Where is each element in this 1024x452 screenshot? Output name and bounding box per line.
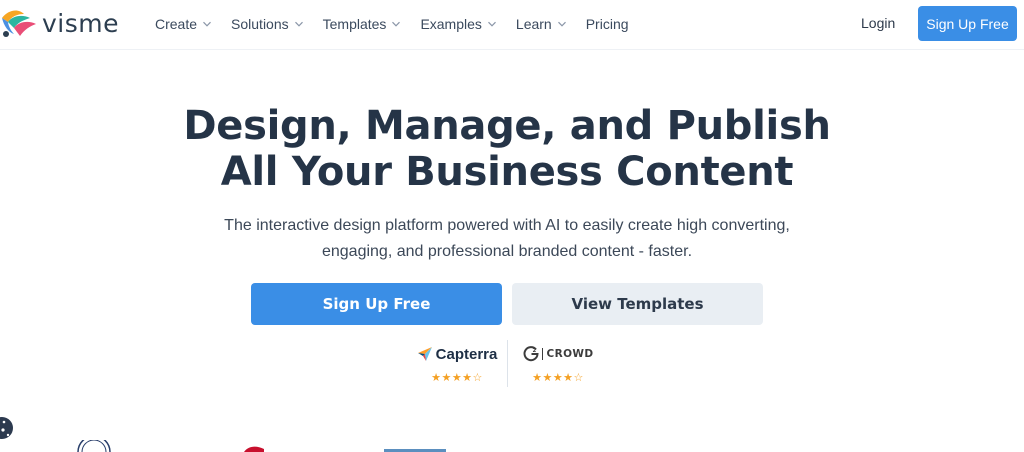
hero-title: Design, Manage, and Publish All Your Bus…	[0, 103, 1014, 195]
visme-logo[interactable]: visme	[0, 6, 135, 40]
g2-rating[interactable]: 2 CROWD ★★★★☆	[521, 343, 595, 384]
hero-title-line2: All Your Business Content	[220, 149, 794, 195]
chevron-down-icon	[557, 21, 566, 27]
nav-item-templates[interactable]: Templates	[323, 16, 402, 32]
header-signup-button[interactable]: Sign Up Free	[918, 6, 1017, 41]
g2-logo: 2 CROWD	[522, 343, 593, 365]
nav-label: Solutions	[231, 15, 289, 32]
client-logo-seal	[77, 440, 111, 452]
nav-label: Templates	[322, 15, 387, 32]
hero-signup-button[interactable]: Sign Up Free	[251, 283, 502, 325]
chevron-down-icon	[203, 21, 211, 27]
capterra-rating[interactable]: Capterra ★★★★☆	[413, 343, 501, 384]
login-link[interactable]: Login	[861, 15, 895, 31]
nav-label: Examples	[420, 15, 482, 32]
nav-label: Create	[155, 15, 198, 32]
main-nav: Create Solutions Templates Examples Lear…	[155, 0, 629, 47]
view-templates-button[interactable]: View Templates	[512, 283, 763, 325]
cookie-icon[interactable]	[0, 413, 16, 443]
client-logo-red	[244, 446, 264, 452]
hero-title-line1: Design, Manage, and Publish	[183, 103, 831, 149]
capterra-logo-icon	[417, 347, 432, 361]
nav-item-examples[interactable]: Examples	[420, 16, 496, 32]
nav-item-create[interactable]: Create	[155, 16, 212, 32]
nav-item-pricing[interactable]: Pricing	[586, 16, 629, 32]
logo-text: visme	[42, 8, 119, 38]
g2-name: CROWD	[542, 348, 593, 360]
nav-item-solutions[interactable]: Solutions	[231, 16, 304, 32]
nav-item-learn[interactable]: Learn	[516, 16, 567, 32]
chevron-down-icon	[487, 21, 496, 27]
capterra-name: Capterra	[435, 345, 498, 363]
hero-subtitle-line1: The interactive design platform powered …	[224, 217, 790, 234]
chevron-down-icon	[392, 21, 401, 27]
chevron-down-icon	[294, 21, 303, 27]
capterra-stars: ★★★★☆	[431, 372, 483, 384]
nav-label: Pricing	[585, 15, 629, 32]
svg-text:2: 2	[533, 348, 537, 354]
g2-stars: ★★★★☆	[532, 372, 584, 384]
hero-subtitle-line2: engaging, and professional branded conte…	[321, 243, 693, 260]
g2-logo-icon: 2	[524, 346, 540, 362]
site-header: visme Create Solutions Templates Example…	[0, 0, 1024, 50]
capterra-logo: Capterra	[417, 343, 498, 365]
hero-subtitle: The interactive design platform powered …	[0, 213, 1014, 265]
nav-label: Learn	[515, 15, 552, 32]
rating-divider	[507, 340, 508, 387]
visme-logo-icon	[2, 10, 36, 37]
